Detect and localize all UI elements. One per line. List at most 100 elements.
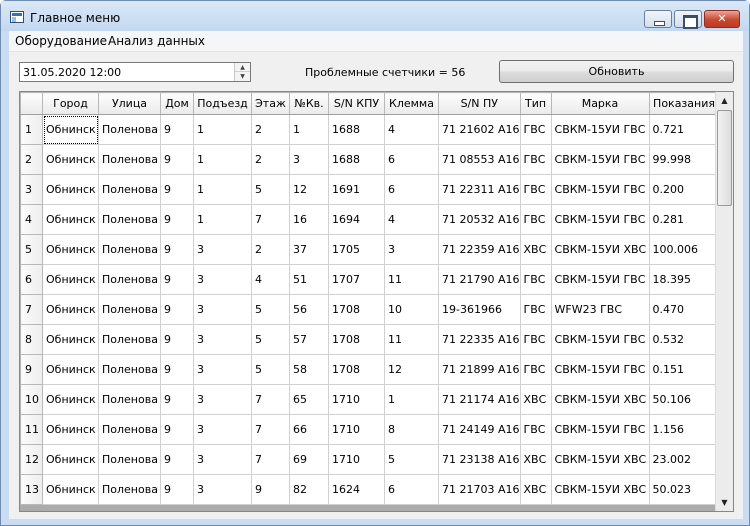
vertical-scrollbar[interactable]: ▲ ▼: [715, 92, 733, 511]
table-cell[interactable]: 1710: [328, 414, 385, 445]
table-cell[interactable]: 1: [193, 114, 252, 145]
table-cell[interactable]: 7: [251, 204, 290, 235]
row-header[interactable]: 12: [20, 444, 43, 475]
table-cell[interactable]: 9: [160, 114, 194, 145]
table-cell[interactable]: Обнинск: [42, 114, 99, 145]
table-cell[interactable]: Обнинск: [42, 384, 99, 415]
table-cell[interactable]: 0.532: [648, 324, 720, 355]
table-cell[interactable]: 3: [384, 234, 439, 265]
table-cell[interactable]: 9: [251, 474, 290, 505]
row-header[interactable]: 7: [20, 294, 43, 325]
table-cell[interactable]: СВКМ-15УИ ХВС: [550, 444, 650, 475]
row-header[interactable]: 10: [20, 384, 43, 415]
table-cell[interactable]: 6: [384, 474, 439, 505]
spin-up-icon[interactable]: ▲: [235, 63, 250, 72]
table-cell[interactable]: 1708: [328, 354, 385, 385]
table-cell[interactable]: СВКМ-15УИ ГВС: [550, 144, 650, 175]
table-cell[interactable]: 71 21703 А16: [438, 474, 521, 505]
table-cell[interactable]: 7: [251, 444, 290, 475]
table-cell[interactable]: ГВС: [519, 114, 552, 145]
table-cell[interactable]: 1: [193, 204, 252, 235]
table-cell[interactable]: 71 22359 А16: [438, 234, 521, 265]
column-header[interactable]: Улица: [98, 92, 161, 115]
table-row[interactable]: 7 Обнинск Поленова 9 3 5 56 1708 10 19-361966 ГВС W…: [20, 294, 720, 325]
table-cell[interactable]: Поленова: [98, 174, 161, 205]
table-cell[interactable]: 100.006: [648, 234, 720, 265]
row-header[interactable]: 6: [20, 264, 43, 295]
row-header[interactable]: 8: [20, 324, 43, 355]
table-cell[interactable]: 1708: [328, 324, 385, 355]
spin-down-icon[interactable]: ▼: [235, 72, 250, 81]
menu-data-analysis[interactable]: Анализ данных: [108, 34, 205, 48]
table-cell[interactable]: 3: [193, 294, 252, 325]
table-cell[interactable]: 3: [193, 384, 252, 415]
table-cell[interactable]: 58: [289, 354, 329, 385]
column-header[interactable]: Дом: [160, 92, 194, 115]
table-cell[interactable]: 5: [251, 294, 290, 325]
table-cell[interactable]: Поленова: [98, 414, 161, 445]
table-cell[interactable]: 9: [160, 354, 194, 385]
table-cell[interactable]: ГВС: [519, 354, 552, 385]
table-cell[interactable]: 11: [384, 264, 439, 295]
table-cell[interactable]: 2: [251, 234, 290, 265]
table-cell[interactable]: 1708: [328, 294, 385, 325]
table-cell[interactable]: 50.023: [648, 474, 720, 505]
table-cell[interactable]: 23.002: [648, 444, 720, 475]
row-header[interactable]: 13: [20, 474, 43, 505]
table-cell[interactable]: Обнинск: [42, 354, 99, 385]
table-cell[interactable]: СВКМ-15УИ ГВС: [550, 174, 650, 205]
table-cell[interactable]: 4: [251, 264, 290, 295]
table-cell[interactable]: 2: [251, 144, 290, 175]
table-cell[interactable]: ГВС: [519, 174, 552, 205]
table-cell[interactable]: 3: [193, 444, 252, 475]
table-cell[interactable]: Поленова: [98, 444, 161, 475]
table-cell[interactable]: СВКМ-15УИ ГВС: [550, 204, 650, 235]
table-cell[interactable]: 5: [251, 354, 290, 385]
table-cell[interactable]: 9: [160, 384, 194, 415]
column-header[interactable]: Показания: [648, 92, 720, 115]
table-cell[interactable]: ГВС: [519, 324, 552, 355]
table-cell[interactable]: Поленова: [98, 204, 161, 235]
date-spinner[interactable]: ▲ ▼: [234, 63, 250, 81]
table-cell[interactable]: 5: [384, 444, 439, 475]
table-cell[interactable]: 9: [160, 234, 194, 265]
table-cell[interactable]: 6: [384, 144, 439, 175]
table-cell[interactable]: 71 23138 А16: [438, 444, 521, 475]
table-cell[interactable]: WFW23 ГВС: [550, 294, 650, 325]
table-cell[interactable]: 1624: [328, 474, 385, 505]
table-cell[interactable]: 1: [384, 384, 439, 415]
table-cell[interactable]: 19-361966: [438, 294, 521, 325]
table-cell[interactable]: 71 24149 А16: [438, 414, 521, 445]
table-cell[interactable]: Поленова: [98, 234, 161, 265]
maximize-button[interactable]: [674, 10, 702, 29]
table-cell[interactable]: 0.470: [648, 294, 720, 325]
table-cell[interactable]: 9: [160, 324, 194, 355]
table-cell[interactable]: 9: [160, 294, 194, 325]
table-cell[interactable]: 4: [384, 204, 439, 235]
menu-equipment[interactable]: Оборудование: [15, 34, 107, 48]
table-cell[interactable]: 7: [251, 414, 290, 445]
table-cell[interactable]: 50.106: [648, 384, 720, 415]
table-cell[interactable]: 1710: [328, 384, 385, 415]
table-cell[interactable]: ХВС: [519, 234, 552, 265]
table-cell[interactable]: 12: [384, 354, 439, 385]
table-cell[interactable]: Обнинск: [42, 474, 99, 505]
table-cell[interactable]: 71 21602 А16: [438, 114, 521, 145]
table-cell[interactable]: Поленова: [98, 114, 161, 145]
table-cell[interactable]: Обнинск: [42, 444, 99, 475]
table-cell[interactable]: 3: [193, 264, 252, 295]
table-cell[interactable]: 1: [289, 114, 329, 145]
table-cell[interactable]: 16: [289, 204, 329, 235]
table-cell[interactable]: 3: [193, 474, 252, 505]
table-cell[interactable]: 0.721: [648, 114, 720, 145]
table-row[interactable]: 13 Обнинск Поленова 9 3 9 82 1624 6 71 21703 А16 Х…: [20, 474, 720, 505]
table-cell[interactable]: 2: [251, 114, 290, 145]
column-header[interactable]: S/N КПУ: [328, 92, 385, 115]
table-cell[interactable]: Обнинск: [42, 204, 99, 235]
table-cell[interactable]: 1691: [328, 174, 385, 205]
table-cell[interactable]: 12: [289, 174, 329, 205]
corner-cell[interactable]: [20, 92, 43, 115]
table-cell[interactable]: ГВС: [519, 204, 552, 235]
table-cell[interactable]: 71 21790 А16: [438, 264, 521, 295]
table-cell[interactable]: 0.200: [648, 174, 720, 205]
